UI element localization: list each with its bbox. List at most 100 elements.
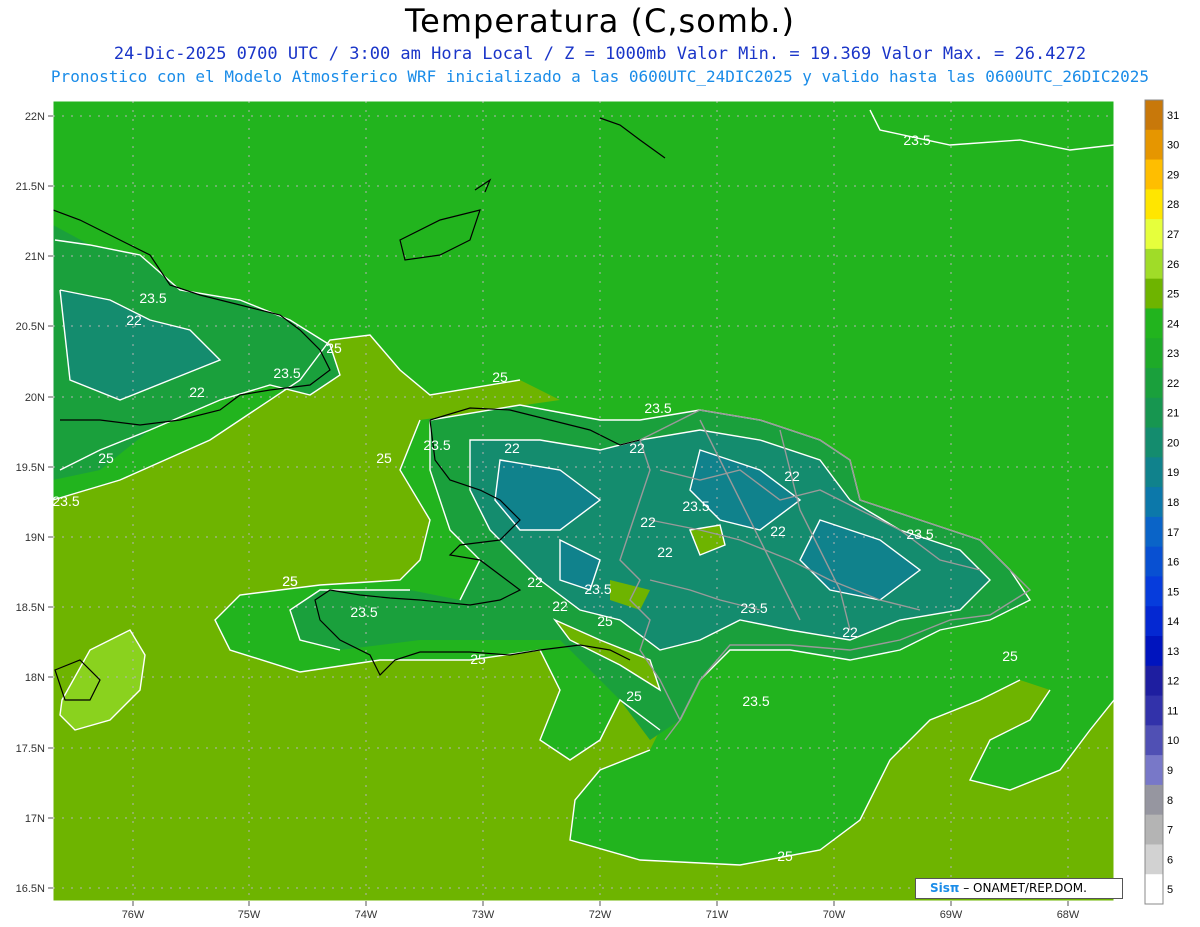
contour-label: 23.5 (139, 290, 166, 306)
legend-swatch (1145, 457, 1163, 488)
lon-label: 73W (472, 909, 495, 921)
contour-label: 23.5 (350, 604, 377, 620)
contour-label: 23.5 (423, 437, 450, 453)
contour-label: 22 (842, 624, 858, 640)
contour-label: 22 (770, 523, 786, 539)
credit-box: Sisπ – ONAMET/REP.DOM. (915, 878, 1123, 899)
contour-label: 22 (640, 514, 656, 530)
contour-label: 22 (126, 312, 142, 328)
lat-label: 18N (25, 672, 45, 684)
legend-label: 13 (1167, 646, 1179, 658)
legend-label: 28 (1167, 199, 1179, 211)
legend-label: 22 (1167, 378, 1179, 390)
color-legend: 31 30 29 28 27 26 25 24 23 22 21 20 19 18 17 16 15 14 13 12… (1145, 100, 1179, 905)
legend-label: 19 (1167, 467, 1179, 479)
legend-label: 8 (1167, 795, 1173, 807)
legend-label: 17 (1167, 527, 1179, 539)
lat-label: 20N (25, 392, 45, 404)
contour-label: 25 (597, 613, 613, 629)
contour-label: 22 (629, 440, 645, 456)
legend-swatch (1145, 516, 1163, 548)
temperature-map: 23.523.5222523.5222523.52523.5 22 2223.522… (16, 99, 1179, 921)
contour-label: 25 (282, 573, 298, 589)
lat-label: 20.5N (16, 321, 45, 333)
contour-label: 23.5 (742, 693, 769, 709)
lat-label: 16.5N (16, 883, 45, 895)
legend-label: 20 (1167, 437, 1179, 449)
legend-label: 11 (1167, 705, 1178, 717)
legend-label: 24 (1167, 318, 1179, 330)
legend-swatch (1145, 129, 1163, 161)
contour-label: 23.5 (273, 365, 300, 381)
brand-logo: Sisπ (930, 881, 960, 895)
legend-swatch (1145, 278, 1163, 309)
legend-swatch (1145, 368, 1163, 399)
legend-swatch (1145, 427, 1163, 458)
legend-swatch (1145, 814, 1163, 845)
lon-label: 75W (238, 909, 261, 921)
contour-label: 23.5 (584, 581, 611, 597)
legend-label: 5 (1167, 884, 1173, 896)
contour-label: 25 (376, 450, 392, 466)
lat-label: 17N (25, 813, 45, 825)
legend-swatch (1145, 874, 1163, 905)
legend-label: 29 (1167, 169, 1179, 181)
legend-swatch (1145, 546, 1163, 577)
contour-label: 22 (552, 598, 568, 614)
lat-label: 19.5N (16, 462, 45, 474)
legend-swatch (1145, 248, 1163, 280)
legend-swatch (1145, 308, 1163, 339)
contour-label: 23.5 (903, 132, 930, 148)
contour-label: 25 (470, 651, 486, 667)
legend-swatch (1145, 159, 1163, 190)
contour-label: 23.5 (682, 498, 709, 514)
lat-label: 18.5N (16, 602, 45, 614)
legend-label: 7 (1167, 825, 1173, 837)
legend-label: 14 (1167, 616, 1179, 628)
credit-text: – ONAMET/REP.DOM. (963, 881, 1087, 895)
legend-label: 15 (1167, 586, 1179, 598)
contour-label: 23.5 (906, 526, 933, 542)
legend-swatch (1145, 844, 1163, 875)
legend-label: 23 (1167, 348, 1179, 360)
contour-label: 23.5 (644, 400, 671, 416)
contour-label: 22 (504, 440, 520, 456)
legend-label: 31 (1167, 110, 1179, 122)
contour-label: 25 (777, 848, 793, 864)
legend-swatch (1145, 755, 1163, 786)
legend-label: 16 (1167, 557, 1179, 569)
contour-label: 22 (784, 468, 800, 484)
legend-swatch (1145, 695, 1163, 726)
contour-label: 25 (492, 369, 508, 385)
lon-label: 72W (589, 909, 612, 921)
lon-label: 76W (122, 909, 145, 921)
contour-label: 23.5 (740, 600, 767, 616)
legend-swatch (1145, 189, 1163, 220)
legend-swatch (1145, 487, 1163, 518)
contour-label: 22 (189, 384, 205, 400)
legend-swatch (1145, 636, 1163, 667)
contour-label: 25 (326, 340, 342, 356)
lat-label: 22N (25, 111, 45, 123)
legend-label: 12 (1167, 676, 1179, 688)
legend-swatch (1145, 576, 1163, 607)
lon-label: 70W (823, 909, 846, 921)
contour-label: 25 (98, 450, 114, 466)
contour-label: 22 (527, 574, 543, 590)
legend-swatch (1145, 665, 1163, 697)
lat-label: 17.5N (16, 743, 45, 755)
legend-swatch (1145, 338, 1163, 369)
legend-label: 6 (1167, 854, 1173, 866)
legend-label: 30 (1167, 140, 1179, 152)
lon-label: 69W (940, 909, 963, 921)
legend-label: 10 (1167, 735, 1179, 747)
legend-label: 9 (1167, 765, 1173, 777)
lat-label: 21N (25, 251, 45, 263)
legend-label: 21 (1167, 408, 1179, 420)
legend-swatch (1145, 219, 1163, 250)
legend-label: 18 (1167, 497, 1179, 509)
lat-label: 21.5N (16, 181, 45, 193)
legend-swatch (1145, 100, 1163, 131)
legend-label: 26 (1167, 259, 1179, 271)
contour-label: 22 (657, 544, 673, 560)
